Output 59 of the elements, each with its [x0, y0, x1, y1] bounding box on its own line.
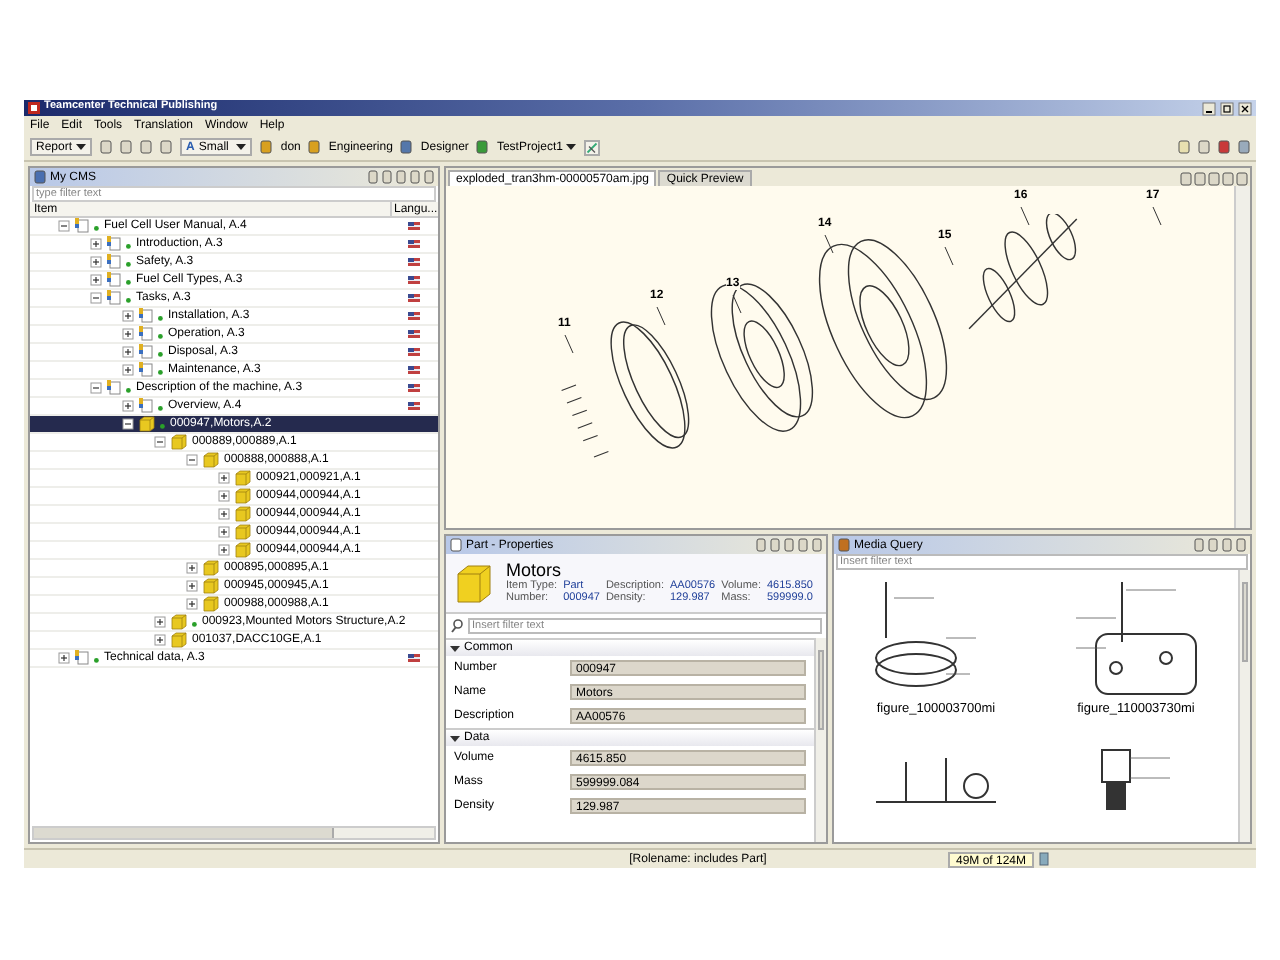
expand-icon[interactable]	[122, 328, 134, 340]
collapse-icon[interactable]	[450, 733, 460, 743]
flag-icon	[408, 402, 420, 410]
leader-line	[1020, 206, 1030, 226]
expand-icon[interactable]	[186, 580, 198, 592]
vertical-scrollbar[interactable]	[1238, 570, 1250, 842]
horizontal-scrollbar[interactable]	[32, 826, 436, 840]
flag-icon	[408, 312, 420, 320]
flag-icon	[408, 330, 420, 338]
flag-icon	[408, 240, 420, 248]
expand-icon[interactable]	[186, 562, 198, 574]
expand-icon[interactable]	[218, 544, 230, 556]
part-name: Motors	[506, 562, 564, 580]
cube-icon	[454, 561, 494, 605]
expand-icon[interactable]	[154, 634, 166, 646]
caret-icon	[236, 144, 247, 150]
expand-icon[interactable]	[218, 472, 230, 484]
document-icon	[138, 398, 154, 414]
expand-icon[interactable]	[90, 256, 102, 268]
caret-icon	[566, 144, 577, 150]
leader-line	[1152, 206, 1162, 226]
flag-icon	[408, 222, 420, 230]
expand-icon[interactable]	[186, 598, 198, 610]
app-icon	[28, 102, 40, 114]
vertical-scrollbar[interactable]	[1234, 186, 1250, 528]
leader-line	[656, 306, 666, 326]
expand-icon[interactable]	[154, 616, 166, 628]
expand-icon[interactable]	[218, 490, 230, 502]
flag-icon	[408, 258, 420, 266]
expand-icon[interactable]	[90, 238, 102, 250]
vertical-scrollbar[interactable]	[814, 638, 826, 842]
flag-icon	[408, 654, 420, 662]
expand-icon[interactable]	[58, 652, 70, 664]
document-icon	[74, 218, 90, 234]
flag-icon	[408, 366, 420, 374]
expand-icon[interactable]	[122, 346, 134, 358]
expand-icon[interactable]	[122, 364, 134, 376]
flag-icon	[408, 294, 420, 302]
expand-icon[interactable]	[122, 400, 134, 412]
flag-icon	[408, 276, 420, 284]
flag-icon	[408, 348, 420, 356]
collapse-icon[interactable]	[450, 643, 460, 653]
document-icon	[74, 650, 90, 666]
cube-icon	[170, 434, 188, 450]
cube-icon	[138, 416, 156, 432]
leader-line	[732, 294, 742, 314]
collapse-icon[interactable]	[122, 418, 134, 430]
expand-icon[interactable]	[122, 310, 134, 322]
expand-icon[interactable]	[90, 274, 102, 286]
document-icon	[106, 380, 122, 396]
tool-icon	[584, 139, 601, 155]
expand-icon[interactable]	[218, 526, 230, 538]
caret-icon	[76, 144, 87, 150]
expand-icon[interactable]	[218, 508, 230, 520]
leader-line	[564, 334, 574, 354]
leader-line	[824, 234, 834, 254]
cube-icon	[202, 452, 220, 468]
leader-line	[944, 246, 954, 266]
flag-icon	[408, 384, 420, 392]
